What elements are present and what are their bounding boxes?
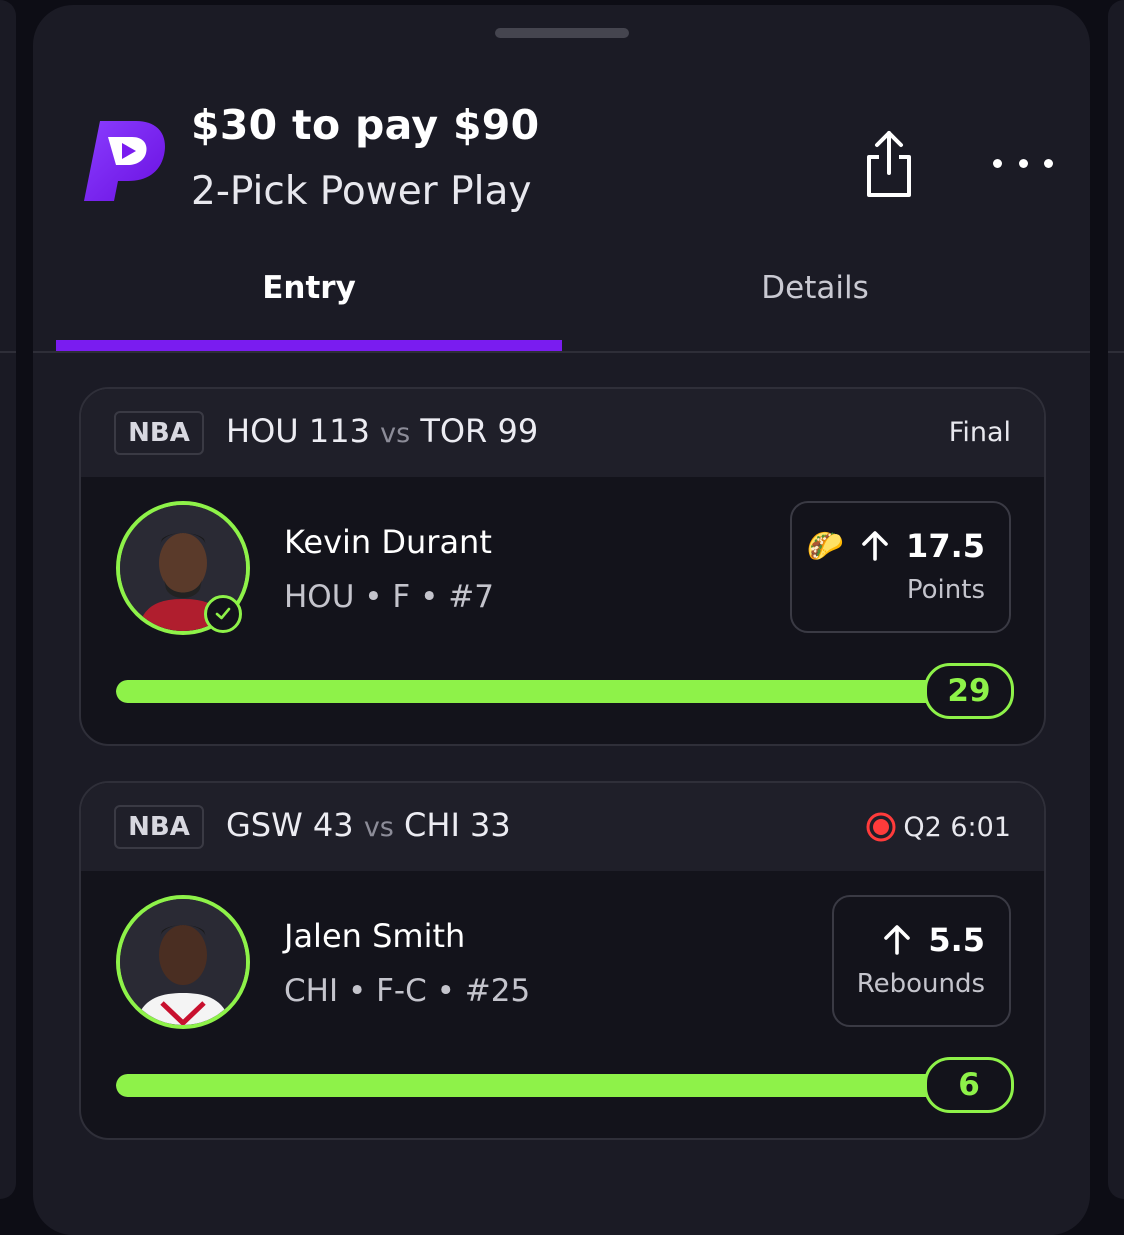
game-status: Q2 6:01 [865, 811, 1011, 843]
up-arrow-icon [884, 925, 911, 955]
entry-title: $30 to pay $90 [191, 101, 540, 149]
stat-progress-bar [116, 1074, 976, 1097]
pick-hit-check-icon [204, 595, 242, 633]
drag-handle[interactable] [495, 28, 629, 38]
pick-card[interactable]: NBA GSW 43 vs CHI 33 Q2 6:01 Jalen Smith… [79, 781, 1046, 1140]
home-team: GSW [226, 806, 303, 844]
tab-divider [33, 351, 1090, 353]
current-stat-value: 6 [924, 1057, 1014, 1113]
matchup-score: GSW 43 vs CHI 33 [226, 806, 511, 844]
away-score: 99 [497, 412, 539, 450]
entry-subtitle: 2-Pick Power Play [191, 169, 532, 214]
league-badge: NBA [114, 805, 204, 849]
more-dot-icon [1044, 158, 1053, 168]
tab-entry[interactable]: Entry [56, 270, 562, 320]
player-name: Kevin Durant [284, 523, 492, 561]
away-team: CHI [404, 806, 460, 844]
vs-label: vs [363, 812, 394, 843]
away-score: 33 [470, 806, 511, 844]
current-stat-value: 29 [924, 663, 1014, 719]
game-header: NBA GSW 43 vs CHI 33 Q2 6:01 [81, 783, 1044, 871]
game-status-text: Q2 6:01 [903, 811, 1011, 843]
share-button[interactable] [859, 129, 919, 201]
player-name: Jalen Smith [284, 917, 466, 955]
up-arrow-icon [862, 531, 888, 561]
taco-icon: 🌮 [806, 528, 845, 564]
active-tab-indicator [56, 340, 562, 351]
projection-box: 5.5 Rebounds [832, 895, 1011, 1027]
adjacent-card-divider-right [1108, 351, 1124, 353]
stat-progress-fill [116, 680, 976, 703]
game-header: NBA HOU 113 vs TOR 99 Final [81, 389, 1044, 477]
live-indicator-icon [866, 812, 896, 842]
game-status: Final [949, 417, 1011, 448]
projection-box: 🌮 17.5 Points [790, 501, 1011, 633]
stat-progress-bar [116, 680, 976, 703]
home-score: 43 [312, 806, 354, 844]
entry-sheet: $30 to pay $90 2-Pick Power Play Entry D… [33, 5, 1090, 1235]
tab-details[interactable]: Details [562, 270, 1068, 320]
league-badge: NBA [114, 411, 204, 455]
adjacent-card-right [1108, 0, 1124, 1199]
home-team: HOU [226, 412, 299, 450]
more-dot-icon [993, 158, 1002, 168]
pick-card[interactable]: NBA HOU 113 vs TOR 99 Final Kevin Durant… [79, 387, 1046, 746]
projection-line: 5.5 [928, 921, 985, 959]
home-score: 113 [308, 412, 370, 450]
share-icon [867, 131, 911, 197]
stat-progress-fill [116, 1074, 976, 1097]
vs-label: vs [380, 418, 411, 449]
player-meta: HOU • F • #7 [284, 579, 494, 615]
projection-line: 17.5 [906, 527, 985, 565]
adjacent-card-divider-left [0, 351, 16, 353]
matchup-score: HOU 113 vs TOR 99 [226, 412, 538, 450]
adjacent-card-left [0, 0, 16, 1199]
game-status-text: Final [948, 417, 1011, 448]
away-team: TOR [420, 412, 488, 450]
player-meta: CHI • F-C • #25 [284, 973, 531, 1009]
prizepicks-logo-icon [78, 115, 170, 207]
projection-stat: Rebounds [856, 969, 985, 999]
projection-stat: Points [906, 575, 985, 605]
player-avatar [116, 895, 250, 1029]
more-options-button[interactable] [993, 145, 1053, 181]
more-dot-icon [1018, 158, 1028, 168]
